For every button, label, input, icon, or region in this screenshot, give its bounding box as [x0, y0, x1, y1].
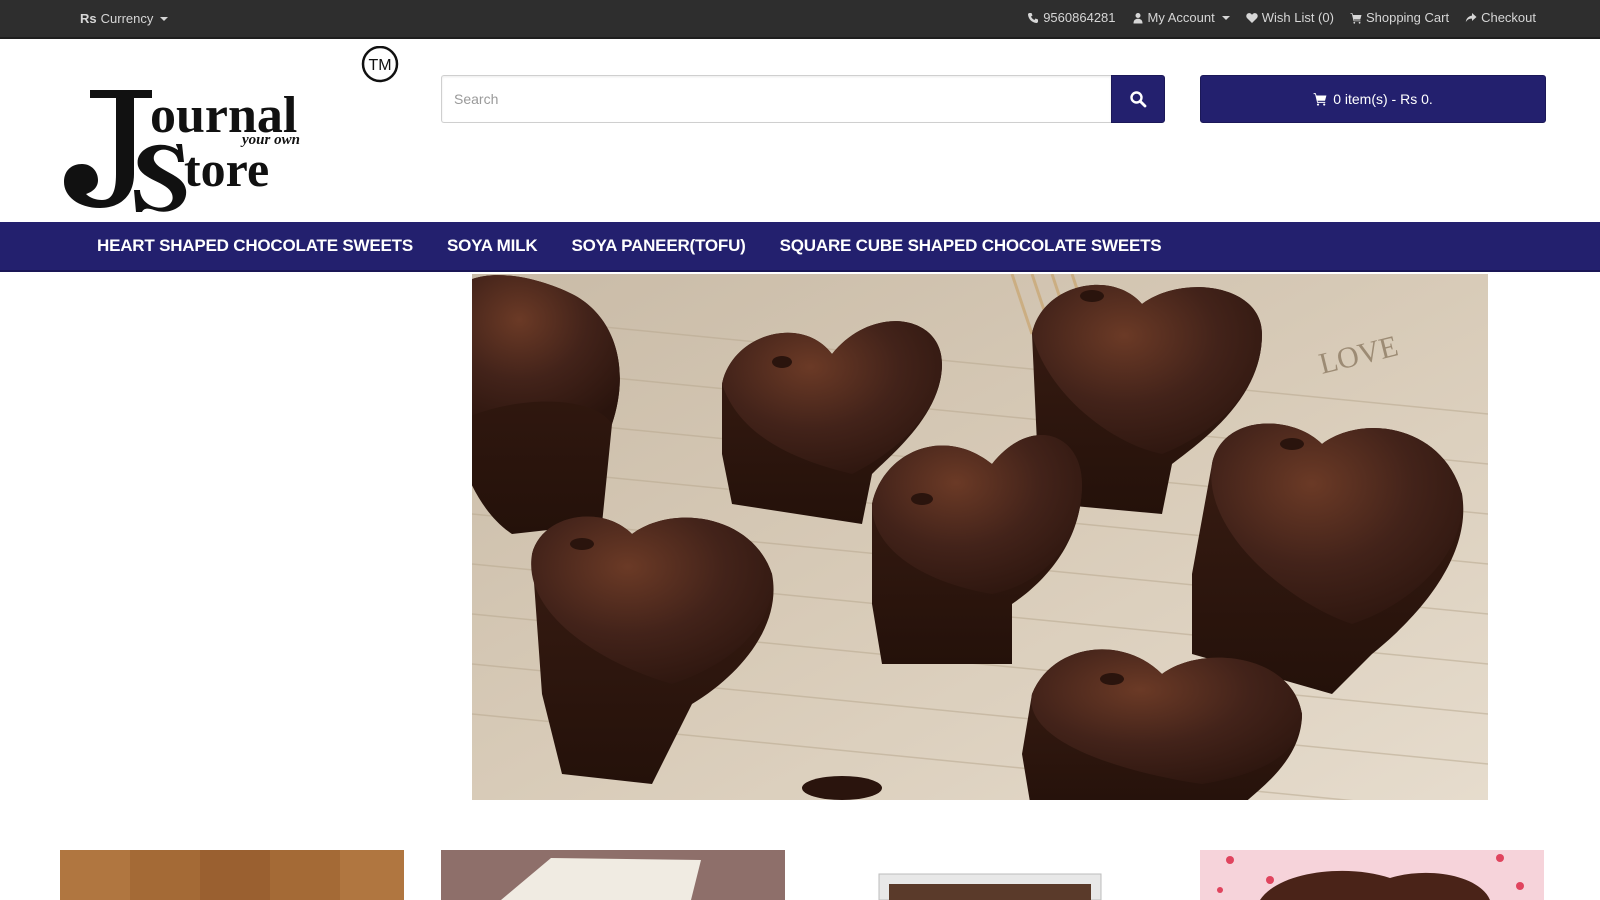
nav-item-square-cube-chocolate-sweets[interactable]: SQUARE CUBE SHAPED CHOCOLATE SWEETS — [763, 236, 1179, 256]
checkout-label: Checkout — [1481, 10, 1536, 25]
cart-button[interactable]: 0 item(s) - Rs 0. — [1200, 75, 1546, 123]
share-icon — [1465, 12, 1477, 22]
wish-list-link[interactable]: Wish List (0) — [1246, 10, 1334, 25]
product-thumbnail[interactable] — [823, 850, 1167, 900]
logo-line2: tore — [184, 141, 269, 197]
logo-tagline: your own — [240, 132, 300, 148]
heart-box-product-image — [1200, 850, 1544, 900]
my-account-dropdown[interactable]: My Account — [1132, 10, 1230, 25]
shopping-cart-link[interactable]: Shopping Cart — [1350, 10, 1449, 25]
tofu-product-image — [441, 850, 785, 900]
wood-product-image — [60, 850, 404, 900]
product-thumbnail[interactable] — [60, 850, 404, 900]
currency-label: Currency — [100, 11, 154, 26]
store-logo[interactable]: TM ournal tore your own — [60, 45, 400, 214]
heart-chocolates-image: LOVE — [472, 274, 1488, 800]
cart-icon — [1350, 12, 1362, 24]
top-links: 9560864281 My Account Wish List (0) Shop… — [1027, 10, 1536, 25]
category-menu: HEART SHAPED CHOCOLATE SWEETS SOYA MILK … — [0, 222, 1600, 272]
phone-link[interactable]: 9560864281 — [1027, 10, 1116, 25]
logo-graphic: TM ournal tore your own — [64, 45, 399, 212]
banner-slider[interactable]: LOVE — [472, 274, 1488, 800]
phone-icon — [1028, 12, 1039, 23]
search-bar — [441, 75, 1165, 123]
search-input[interactable] — [441, 75, 1112, 123]
currency-symbol: Rs — [80, 11, 97, 26]
currency-dropdown[interactable]: Rs Currency — [80, 11, 169, 26]
cart-icon — [1313, 93, 1327, 106]
nav-item-soya-milk[interactable]: SOYA MILK — [430, 236, 554, 256]
caret-down-icon — [160, 16, 169, 21]
top-bar: Rs Currency 9560864281 My Account Wish L… — [0, 0, 1600, 39]
phone-number: 9560864281 — [1043, 10, 1116, 25]
cart-total: 0 item(s) - Rs 0. — [1333, 91, 1433, 107]
user-icon — [1133, 12, 1143, 23]
nav-item-soya-paneer[interactable]: SOYA PANEER(TOFU) — [554, 236, 762, 256]
box-product-image — [823, 850, 1167, 900]
nav-item-heart-shaped-chocolate-sweets[interactable]: HEART SHAPED CHOCOLATE SWEETS — [80, 236, 430, 256]
product-thumbnail[interactable] — [1200, 850, 1544, 900]
wish-list-label: Wish List (0) — [1261, 10, 1334, 25]
caret-down-icon — [1221, 15, 1230, 20]
product-thumbnail[interactable] — [441, 850, 785, 900]
shopping-cart-label: Shopping Cart — [1365, 10, 1450, 25]
search-button[interactable] — [1111, 75, 1165, 123]
logo-tm: TM — [368, 57, 391, 74]
my-account-label: My Account — [1147, 10, 1215, 25]
heart-icon — [1246, 12, 1258, 23]
checkout-link[interactable]: Checkout — [1465, 10, 1536, 25]
search-icon — [1130, 91, 1147, 108]
